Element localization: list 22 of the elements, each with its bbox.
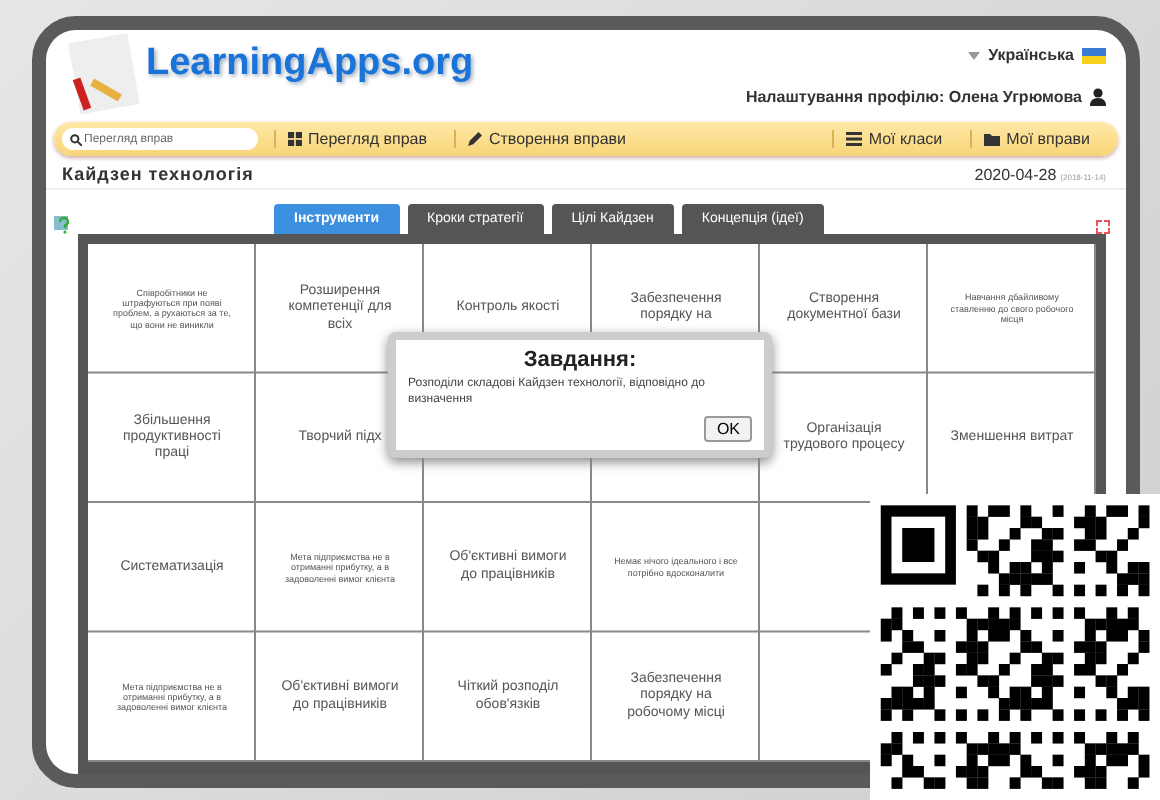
language-selector[interactable]: Українська bbox=[988, 46, 1074, 64]
pencil-paper-logo-icon bbox=[62, 34, 142, 114]
list-icon bbox=[846, 132, 863, 146]
pencil-icon bbox=[468, 132, 483, 146]
page-title: Кайдзен технологія bbox=[62, 164, 254, 184]
grid-icon bbox=[288, 132, 302, 146]
nav-link[interactable]: Мої класи bbox=[832, 130, 955, 148]
fullscreen-icon[interactable] bbox=[1096, 220, 1110, 234]
nav-link[interactable]: Перегляд вправ bbox=[274, 130, 439, 148]
nav-link[interactable]: Створення вправи bbox=[454, 130, 639, 148]
nav-link[interactable]: Мої вправи bbox=[970, 130, 1102, 148]
site-logo[interactable]: LearningApps.org bbox=[146, 42, 474, 86]
profile-settings-link[interactable]: Налаштування профілю: Олена Угрюмова bbox=[745, 88, 1082, 106]
date-text: 2020-04-28 bbox=[974, 166, 1057, 184]
flag-icon bbox=[1082, 47, 1106, 63]
folder-icon bbox=[984, 132, 1001, 146]
search-icon bbox=[70, 133, 82, 145]
help-icon[interactable] bbox=[54, 214, 74, 234]
ok-button[interactable]: OK bbox=[704, 415, 752, 442]
dialog-title: Завдання: bbox=[521, 348, 639, 372]
user-icon bbox=[1090, 88, 1106, 106]
caret-icon bbox=[968, 51, 981, 59]
